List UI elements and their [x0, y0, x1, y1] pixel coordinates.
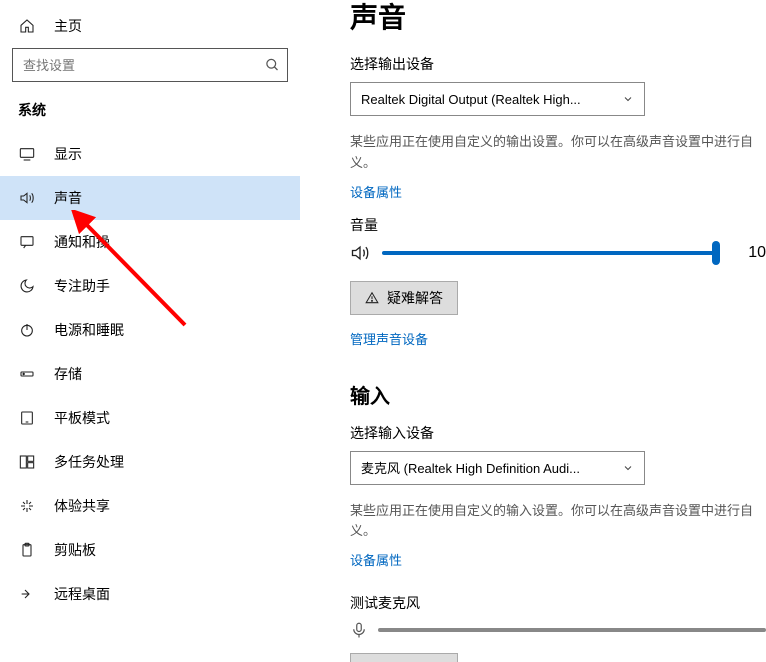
test-mic-label: 测试麦克风	[350, 593, 766, 613]
nav-label: 远程桌面	[54, 584, 110, 604]
output-device-combo[interactable]: Realtek Digital Output (Realtek High...	[350, 82, 645, 116]
nav-label: 声音	[54, 188, 82, 208]
nav-item-display[interactable]: 显示	[0, 132, 300, 176]
search-icon	[265, 58, 280, 73]
chevron-down-icon	[622, 462, 634, 474]
multitask-icon	[18, 454, 36, 470]
manage-sound-link[interactable]: 管理声音设备	[350, 329, 428, 348]
input-title: 输入	[350, 380, 766, 409]
nav-label: 平板模式	[54, 408, 110, 428]
sidebar: 主页 系统 显示 声音 通知和操 专注助手	[0, 0, 300, 662]
nav-item-power[interactable]: 电源和睡眠	[0, 308, 300, 352]
nav-item-focus[interactable]: 专注助手	[0, 264, 300, 308]
input-troubleshoot-button[interactable]: 疑难解答	[350, 653, 458, 662]
nav-item-remote[interactable]: 远程桌面	[0, 572, 300, 616]
page-title: 声音	[350, 0, 766, 36]
volume-slider[interactable]	[382, 251, 716, 255]
search-wrap	[12, 48, 288, 82]
nav-label: 通知和操	[54, 232, 110, 252]
output-props-link[interactable]: 设备属性	[350, 182, 402, 201]
nav-label: 专注助手	[54, 276, 110, 296]
input-device-combo[interactable]: 麦克风 (Realtek High Definition Audi...	[350, 451, 645, 485]
input-select-label: 选择输入设备	[350, 423, 766, 443]
power-icon	[18, 322, 36, 338]
nav-list: 显示 声音 通知和操 专注助手 电源和睡眠 存储	[0, 132, 300, 616]
volume-value: 10	[728, 244, 766, 262]
moon-icon	[18, 278, 36, 294]
slider-thumb[interactable]	[712, 241, 720, 265]
output-select-label: 选择输出设备	[350, 54, 766, 74]
mic-level-bar	[378, 628, 766, 632]
nav-label: 显示	[54, 144, 82, 164]
speaker-icon[interactable]	[350, 243, 370, 263]
section-label: 系统	[0, 100, 300, 132]
nav-item-tablet[interactable]: 平板模式	[0, 396, 300, 440]
speaker-icon	[18, 190, 36, 206]
home-icon	[18, 17, 36, 35]
output-desc: 某些应用正在使用自定义的输出设置。你可以在高级声音设置中进行自义。	[350, 132, 766, 174]
nav-item-clipboard[interactable]: 剪贴板	[0, 528, 300, 572]
monitor-icon	[18, 146, 36, 162]
home-label: 主页	[54, 16, 82, 36]
input-props-link[interactable]: 设备属性	[350, 550, 402, 569]
output-troubleshoot-button[interactable]: 疑难解答	[350, 281, 458, 315]
volume-label: 音量	[350, 215, 766, 235]
remote-icon	[18, 586, 36, 602]
tablet-icon	[18, 410, 36, 426]
troubleshoot-label: 疑难解答	[387, 288, 443, 308]
nav-label: 多任务处理	[54, 452, 124, 472]
clipboard-icon	[18, 542, 36, 558]
nav-label: 存储	[54, 364, 82, 384]
volume-row: 10	[350, 243, 766, 263]
input-device-selected: 麦克风 (Realtek High Definition Audi...	[361, 458, 580, 477]
nav-label: 体验共享	[54, 496, 110, 516]
storage-icon	[18, 366, 36, 382]
nav-item-notifications[interactable]: 通知和操	[0, 220, 300, 264]
share-icon	[18, 498, 36, 514]
nav-item-multitask[interactable]: 多任务处理	[0, 440, 300, 484]
content: 声音 选择输出设备 Realtek Digital Output (Realte…	[300, 0, 766, 662]
warning-icon	[365, 291, 379, 305]
mic-row	[350, 621, 766, 639]
output-device-selected: Realtek Digital Output (Realtek High...	[361, 92, 581, 107]
home-button[interactable]: 主页	[0, 8, 300, 48]
message-icon	[18, 234, 36, 250]
chevron-down-icon	[622, 93, 634, 105]
nav-item-sound[interactable]: 声音	[0, 176, 300, 220]
mic-icon	[350, 621, 368, 639]
input-desc: 某些应用正在使用自定义的输入设置。你可以在高级声音设置中进行自义。	[350, 501, 766, 543]
search-input[interactable]	[12, 48, 288, 82]
nav-label: 电源和睡眠	[54, 320, 124, 340]
nav-label: 剪贴板	[54, 540, 96, 560]
nav-item-storage[interactable]: 存储	[0, 352, 300, 396]
nav-item-share[interactable]: 体验共享	[0, 484, 300, 528]
